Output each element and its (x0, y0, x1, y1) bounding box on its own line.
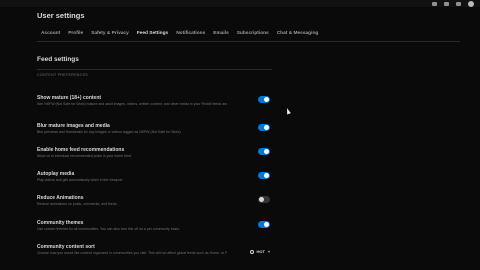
setting-toggle[interactable] (258, 172, 270, 179)
hot-icon (249, 249, 254, 254)
setting-row: Enable home feed recommendations Allow us… (37, 147, 272, 159)
tab-profile[interactable]: Profile (64, 29, 87, 41)
tab-emails[interactable]: Emails (209, 29, 232, 41)
setting-description: Choose how you would like content organi… (37, 251, 227, 255)
setting-row: Community content sort Choose how you wou… (37, 244, 272, 256)
toggle-knob (264, 125, 269, 130)
notification-icon[interactable] (444, 1, 449, 6)
setting-title: Blur mature images and media (37, 123, 110, 129)
setting-toggle[interactable] (258, 148, 270, 155)
tab-subscriptions[interactable]: Subscriptions (233, 29, 273, 41)
setting-description: See NSFW (Not Safe for Work) mature and … (37, 102, 227, 106)
tab-chat-messaging[interactable]: Chat & Messaging (273, 29, 323, 41)
top-bar (0, 0, 480, 7)
setting-title: Autoplay media (37, 171, 75, 177)
toggle-knob (264, 149, 269, 154)
header-icons (432, 0, 474, 7)
setting-title: Community content sort (37, 244, 95, 250)
setting-row: Reduce Animations Reduce animations on po… (37, 195, 272, 207)
setting-description: Blur previews and thumbnails for any ima… (37, 130, 182, 134)
section-divider (37, 69, 272, 70)
tab-notifications[interactable]: Notifications (172, 29, 209, 41)
tab-account[interactable]: Account (37, 29, 64, 41)
content-sort-select[interactable]: HOT ▾ (249, 249, 270, 254)
tabs-divider (37, 41, 460, 42)
toggle-knob (259, 197, 264, 202)
chat-icon[interactable] (432, 1, 437, 6)
toggle-knob (264, 222, 269, 227)
page-title: User settings (37, 11, 85, 20)
avatar[interactable] (468, 0, 474, 7)
chevron-down-icon: ▾ (267, 249, 270, 254)
setting-description: Play videos and gifs automatically when … (37, 178, 124, 182)
setting-row: Blur mature images and media Blur preview… (37, 123, 272, 135)
setting-toggle[interactable] (258, 124, 270, 131)
section-title: Feed settings (37, 56, 79, 63)
setting-row: Autoplay media Play videos and gifs autom… (37, 171, 272, 183)
setting-description: Reduce animations on posts, comments, an… (37, 202, 118, 206)
settings-page: User settings Account Profile Safety & Pri… (0, 0, 480, 270)
setting-toggle[interactable] (258, 221, 270, 228)
setting-title: Community themes (37, 220, 84, 226)
setting-toggle[interactable] (258, 96, 270, 103)
settings-tabs: Account Profile Safety & Privacy Feed Setti… (37, 29, 460, 42)
tab-safety-privacy[interactable]: Safety & Privacy (87, 29, 133, 41)
setting-description: Allow us to introduce recommended posts … (37, 154, 132, 158)
toggle-knob (264, 97, 269, 102)
setting-row: Community themes Use custom themes for al… (37, 220, 272, 232)
create-post-icon[interactable] (456, 1, 461, 6)
setting-description: Use custom themes for all communities. Y… (37, 227, 180, 231)
section-subheader: CONTENT PREFERENCES (37, 73, 88, 77)
setting-title: Show mature (18+) content (37, 95, 102, 101)
setting-title: Enable home feed recommendations (37, 147, 125, 153)
toggle-knob (264, 173, 269, 178)
setting-row: Show mature (18+) content See NSFW (Not S… (37, 95, 272, 107)
setting-title: Reduce Animations (37, 195, 84, 201)
setting-toggle[interactable] (258, 196, 270, 203)
mouse-cursor-icon (285, 107, 291, 115)
select-value: HOT (256, 249, 265, 254)
